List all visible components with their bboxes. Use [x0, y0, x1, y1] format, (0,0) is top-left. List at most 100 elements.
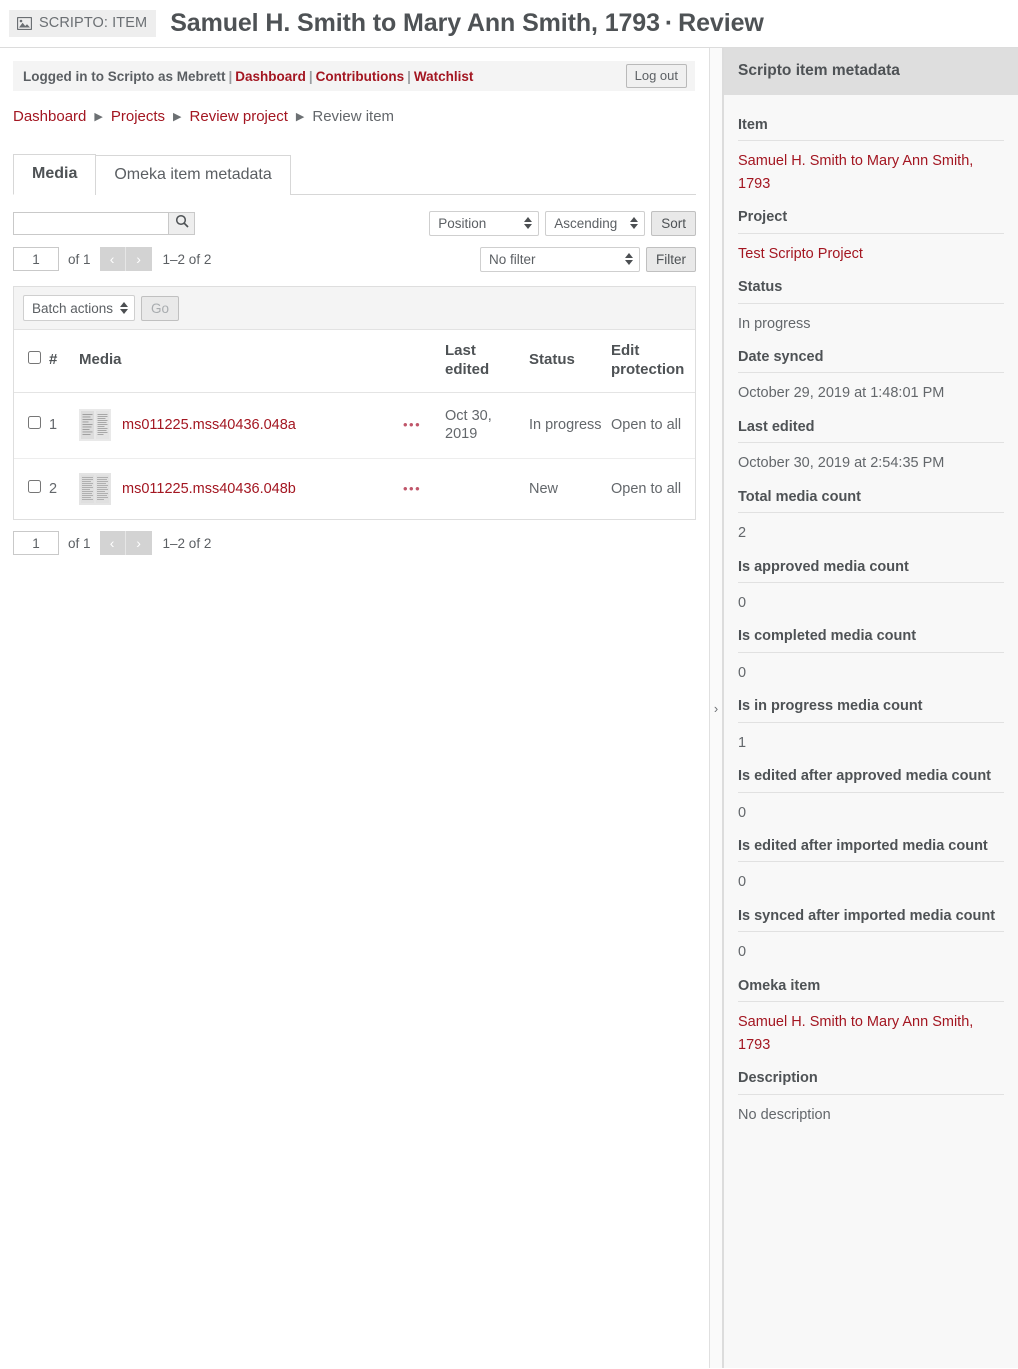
- breadcrumb-arrow-icon: ▶: [173, 111, 182, 123]
- meta-value-omeka-item: Samuel H. Smith to Mary Ann Smith, 1793: [738, 1002, 1004, 1056]
- omeka-item-link[interactable]: Samuel H. Smith to Mary Ann Smith, 1793: [738, 1014, 973, 1052]
- meta-label-is-synced-after-imported-media-count: Is synced after imported media count: [738, 894, 1004, 933]
- sidebar-column: › Scripto item metadata Item Samuel H. S…: [709, 48, 1018, 1368]
- search-input[interactable]: [13, 211, 168, 235]
- row-number: 1: [49, 392, 79, 460]
- row-status: New: [529, 480, 559, 497]
- scripto-item-metadata-sidebar: Scripto item metadata Item Samuel H. Smi…: [723, 48, 1018, 1368]
- column-media: Media: [79, 330, 403, 393]
- pagination-bottom: of 1 ‹ › 1–2 of 2: [13, 531, 696, 556]
- spinner-icon: [630, 217, 639, 229]
- meta-value-is-approved-media-count: 0: [738, 595, 747, 612]
- meta-label-omeka-item: Omeka item: [738, 964, 1004, 1003]
- row-actions-menu-icon[interactable]: •••: [403, 481, 421, 496]
- tab-omeka-item-metadata[interactable]: Omeka item metadata: [95, 155, 291, 195]
- meta-value-is-in-progress-media-count: 1: [738, 734, 747, 751]
- userbar-link-dashboard[interactable]: Dashboard: [235, 69, 306, 84]
- breadcrumb-projects[interactable]: Projects: [111, 108, 165, 125]
- media-thumbnail: [79, 409, 111, 442]
- spinner-icon: [120, 302, 128, 314]
- media-thumbnail: [79, 473, 111, 506]
- tab-bar: Media Omeka item metadata: [13, 154, 696, 195]
- divider-1: |: [228, 68, 233, 84]
- media-link[interactable]: ms011225.mss40436.048a: [122, 416, 296, 435]
- meta-value-is-edited-after-imported-media-count: 0: [738, 874, 747, 891]
- sort-direction-select[interactable]: Ascending: [545, 210, 646, 236]
- column-number: #: [49, 330, 79, 393]
- media-link[interactable]: ms011225.mss40436.048b: [122, 480, 296, 499]
- breadcrumb-review-project[interactable]: Review project: [190, 108, 288, 125]
- divider-2: |: [308, 68, 313, 84]
- media-table-head: # Media Last edited Status Edit protecti…: [14, 330, 695, 393]
- sort-by-value: Position: [438, 215, 487, 231]
- sort-by-select[interactable]: Position: [429, 210, 540, 236]
- meta-value-date-synced: October 29, 2019 at 1:48:01 PM: [738, 385, 945, 402]
- image-icon: [17, 17, 32, 30]
- page-number-input-bottom[interactable]: [13, 531, 59, 556]
- search-sort-row: Position Ascending Sort: [13, 205, 696, 241]
- previous-page-button-bottom[interactable]: ‹: [99, 531, 126, 556]
- project-link[interactable]: Test Scripto Project: [738, 246, 863, 262]
- spinner-icon: [524, 217, 533, 229]
- search-form: [13, 211, 195, 235]
- meta-value-status: In progress: [738, 315, 811, 332]
- previous-page-button[interactable]: ‹: [99, 247, 126, 271]
- main-content: Logged in to Scripto as Mebrett | Dashbo…: [0, 48, 709, 1368]
- row-actions-menu-icon[interactable]: •••: [403, 417, 421, 432]
- row-select-cell: [14, 392, 49, 460]
- column-last-edited: Last edited: [445, 330, 529, 393]
- pagination-filter-row: of 1 ‹ › 1–2 of 2 No filter Filter: [13, 241, 696, 277]
- meta-value-project: Test Scripto Project: [738, 234, 1004, 265]
- column-status: Status: [529, 330, 611, 393]
- row-media-cell: ms011225.mss40436.048b: [79, 459, 403, 520]
- user-bar: Logged in to Scripto as Mebrett | Dashbo…: [13, 61, 695, 91]
- spinner-icon: [625, 253, 633, 265]
- tab-media[interactable]: Media: [13, 154, 97, 195]
- batch-actions-value: Batch actions: [32, 300, 114, 316]
- select-all-checkbox[interactable]: [28, 351, 41, 365]
- column-edit-protection: Edit protection: [611, 330, 695, 393]
- next-page-button-bottom[interactable]: ›: [125, 531, 152, 556]
- media-panel: Batch actions Go # Media Last edited Sta…: [13, 286, 696, 521]
- metadata-list: Item Samuel H. Smith to Mary Ann Smith, …: [724, 95, 1018, 1126]
- search-submit-button[interactable]: [168, 211, 195, 235]
- row-checkbox[interactable]: [28, 415, 41, 429]
- meta-label-is-in-progress-media-count: Is in progress media count: [738, 684, 1004, 723]
- meta-label-project: Project: [738, 195, 1004, 234]
- row-select-cell: [14, 459, 49, 520]
- row-actions-cell: •••: [403, 392, 445, 460]
- divider-3: |: [407, 68, 411, 84]
- item-link[interactable]: Samuel H. Smith to Mary Ann Smith, 1793: [738, 153, 973, 191]
- filter-select[interactable]: No filter: [480, 246, 640, 272]
- table-header-row: # Media Last edited Status Edit protecti…: [14, 330, 695, 393]
- table-row: 2 ms011225.mss40436.048b ••• New Open to…: [14, 459, 695, 520]
- meta-label-is-edited-after-imported-media-count: Is edited after imported media count: [738, 824, 1004, 863]
- batch-go-button[interactable]: Go: [141, 295, 180, 321]
- row-checkbox[interactable]: [28, 479, 41, 493]
- userbar-link-watchlist[interactable]: Watchlist: [414, 69, 474, 84]
- pagination-buttons: ‹ ›: [99, 247, 152, 271]
- page-number-input[interactable]: [13, 247, 59, 271]
- batch-actions-bar: Batch actions Go: [14, 287, 695, 330]
- logout-button[interactable]: Log out: [625, 64, 687, 88]
- next-page-button[interactable]: ›: [125, 247, 152, 271]
- meta-label-is-edited-after-approved-media-count: Is edited after approved media count: [738, 754, 1004, 793]
- sort-button[interactable]: Sort: [651, 210, 696, 236]
- pagination-range: 1–2 of 2: [162, 251, 212, 267]
- breadcrumb-arrow-icon: ▶: [295, 111, 305, 123]
- table-row: 1 ms011225.mss40436.048a ••• Oct 30, 201…: [14, 392, 695, 460]
- userbar-link-contributions[interactable]: Contributions: [316, 69, 404, 84]
- filter-button[interactable]: Filter: [646, 246, 696, 272]
- meta-label-date-synced: Date synced: [738, 335, 1004, 374]
- batch-actions-select[interactable]: Batch actions: [23, 295, 135, 321]
- row-actions-cell: •••: [403, 459, 445, 520]
- scripto-item-badge: SCRIPTO: ITEM: [9, 10, 157, 37]
- page-title: Samuel H. Smith to Mary Ann Smith, 1793 ·…: [170, 9, 764, 38]
- meta-value-is-synced-after-imported-media-count: 0: [738, 944, 747, 961]
- meta-value-total-media-count: 2: [738, 525, 747, 542]
- breadcrumb-dashboard[interactable]: Dashboard: [13, 108, 86, 125]
- meta-label-is-approved-media-count: Is approved media count: [738, 545, 1004, 584]
- app-root: SCRIPTO: ITEM Samuel H. Smith to Mary An…: [0, 0, 1018, 1369]
- page-total-label: of 1: [68, 251, 91, 267]
- sidebar-collapse-handle[interactable]: ›: [709, 48, 723, 1368]
